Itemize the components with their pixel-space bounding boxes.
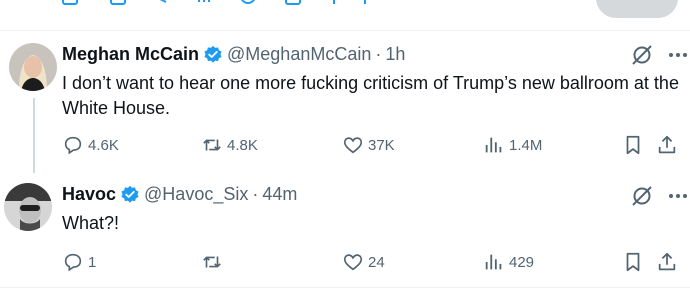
repost-icon: [203, 139, 221, 151]
repost-icon: [203, 256, 221, 268]
tweet-text: I don’t want to hear one more fucking cr…: [62, 73, 679, 118]
reply-button[interactable]: 1: [62, 251, 96, 273]
avatar-photo: [9, 43, 57, 91]
user-handle[interactable]: @Havoc_Six: [144, 184, 248, 205]
share-icon[interactable]: [656, 134, 678, 156]
share-icon[interactable]: [656, 251, 678, 273]
post-button[interactable]: [596, 0, 678, 18]
separator-dot: ·: [252, 184, 259, 204]
tweet-header: Meghan McCain @MeghanMcCain · 1h: [62, 44, 405, 65]
display-name[interactable]: Meghan McCain: [62, 44, 199, 65]
repost-button[interactable]: [201, 251, 227, 273]
tweet-actions-top: [630, 184, 690, 208]
emoji-icon[interactable]: [240, 0, 256, 6]
grok-icon[interactable]: [630, 43, 654, 67]
gif-icon[interactable]: [110, 0, 126, 6]
composer-toolbar: [0, 0, 690, 31]
avatar-photo: [4, 183, 52, 231]
more-icon[interactable]: [666, 43, 690, 67]
bookmark-icon[interactable]: [622, 251, 644, 273]
avatar[interactable]: [9, 43, 57, 91]
repost-button[interactable]: 4.8K: [201, 134, 258, 156]
add-post-icon[interactable]: [357, 0, 373, 6]
more-icon[interactable]: [666, 184, 690, 208]
views-button[interactable]: 1.4M: [483, 134, 542, 156]
tweet-actions-top: [630, 43, 690, 67]
reply-count: 1: [88, 253, 97, 271]
display-name[interactable]: Havoc: [62, 184, 116, 205]
grok-icon[interactable]: [630, 184, 654, 208]
schedule-icon[interactable]: [285, 0, 301, 6]
divider: [0, 287, 690, 288]
reply-count: 4.6K: [88, 136, 119, 154]
bookmark-icon[interactable]: [622, 134, 644, 156]
like-icon: [343, 137, 363, 154]
grok-compose-icon[interactable]: [152, 0, 168, 6]
tweet-header: Havoc @Havoc_Six · 44m: [62, 184, 297, 205]
like-button[interactable]: 24: [342, 251, 385, 273]
reply-icon: [64, 253, 82, 272]
like-button[interactable]: 37K: [342, 134, 395, 156]
verified-badge-icon: [121, 185, 139, 203]
poll-icon[interactable]: [196, 0, 212, 6]
view-count: 429: [509, 253, 535, 271]
verified-badge-icon: [204, 45, 222, 63]
separator-dot: ·: [375, 44, 382, 64]
like-count: 24: [368, 253, 385, 271]
like-count: 37K: [368, 136, 395, 154]
view-count: 1.4M: [509, 136, 543, 154]
repost-count: 4.8K: [227, 136, 258, 154]
reply-button[interactable]: 4.6K: [62, 134, 119, 156]
timestamp[interactable]: 44m: [262, 184, 297, 205]
views-icon: [485, 254, 502, 270]
like-icon: [343, 254, 363, 271]
avatar[interactable]: [4, 183, 52, 231]
timestamp[interactable]: 1h: [385, 44, 405, 65]
user-handle[interactable]: @MeghanMcCain: [227, 44, 371, 65]
tweet-text: What?!: [62, 213, 120, 233]
reply-icon: [64, 136, 82, 155]
views-icon: [485, 137, 502, 153]
thread-connector: [33, 98, 35, 173]
location-icon[interactable]: [326, 0, 342, 6]
media-icon[interactable]: [62, 0, 78, 6]
views-button[interactable]: 429: [483, 251, 534, 273]
